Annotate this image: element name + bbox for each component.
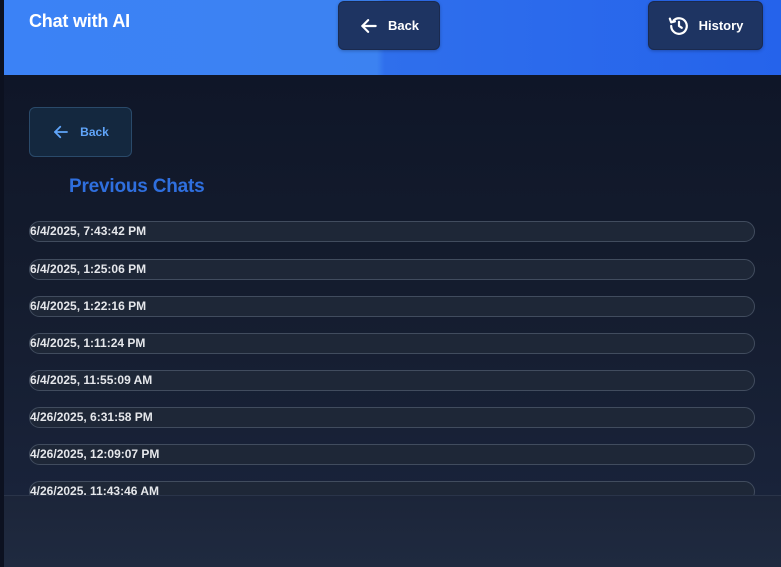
history-icon — [668, 16, 688, 35]
chat-history-item[interactable]: 4/26/2025, 12:09:07 PM — [29, 444, 755, 465]
app-header: Chat with AI Back History — [4, 0, 781, 75]
chat-history-item[interactable]: 4/26/2025, 11:43:46 AM — [29, 481, 755, 495]
header-back-label: Back — [387, 18, 420, 33]
chat-history-item[interactable]: 6/4/2025, 1:11:24 PM — [29, 333, 755, 354]
previous-chats-title: Previous Chats — [69, 176, 205, 197]
chat-history-item[interactable]: 6/4/2025, 7:43:42 PM — [29, 221, 755, 242]
back-button[interactable]: Back — [29, 107, 132, 157]
app-window: Chat with AI Back History Back Previous … — [0, 0, 781, 567]
window-left-edge — [0, 0, 4, 567]
chat-footer-area — [4, 495, 781, 567]
history-button[interactable]: History — [648, 1, 763, 50]
chat-history-item[interactable]: 6/4/2025, 1:25:06 PM — [29, 259, 755, 280]
chat-history-item[interactable]: 4/26/2025, 6:31:58 PM — [29, 407, 755, 428]
chat-history-list: 6/4/2025, 7:43:42 PM 6/4/2025, 1:25:06 P… — [29, 221, 755, 495]
back-button-label: Back — [80, 125, 109, 139]
chat-history-item[interactable]: 6/4/2025, 11:55:09 AM — [29, 370, 755, 391]
app-title: Chat with AI — [29, 11, 130, 31]
chat-history-item[interactable]: 6/4/2025, 1:22:16 PM — [29, 296, 755, 317]
main-content: Back Previous Chats 6/4/2025, 7:43:42 PM… — [4, 75, 781, 495]
history-label: History — [698, 18, 744, 33]
arrow-left-icon — [361, 18, 377, 33]
header-back-button[interactable]: Back — [338, 1, 440, 50]
arrow-left-icon — [54, 125, 69, 139]
